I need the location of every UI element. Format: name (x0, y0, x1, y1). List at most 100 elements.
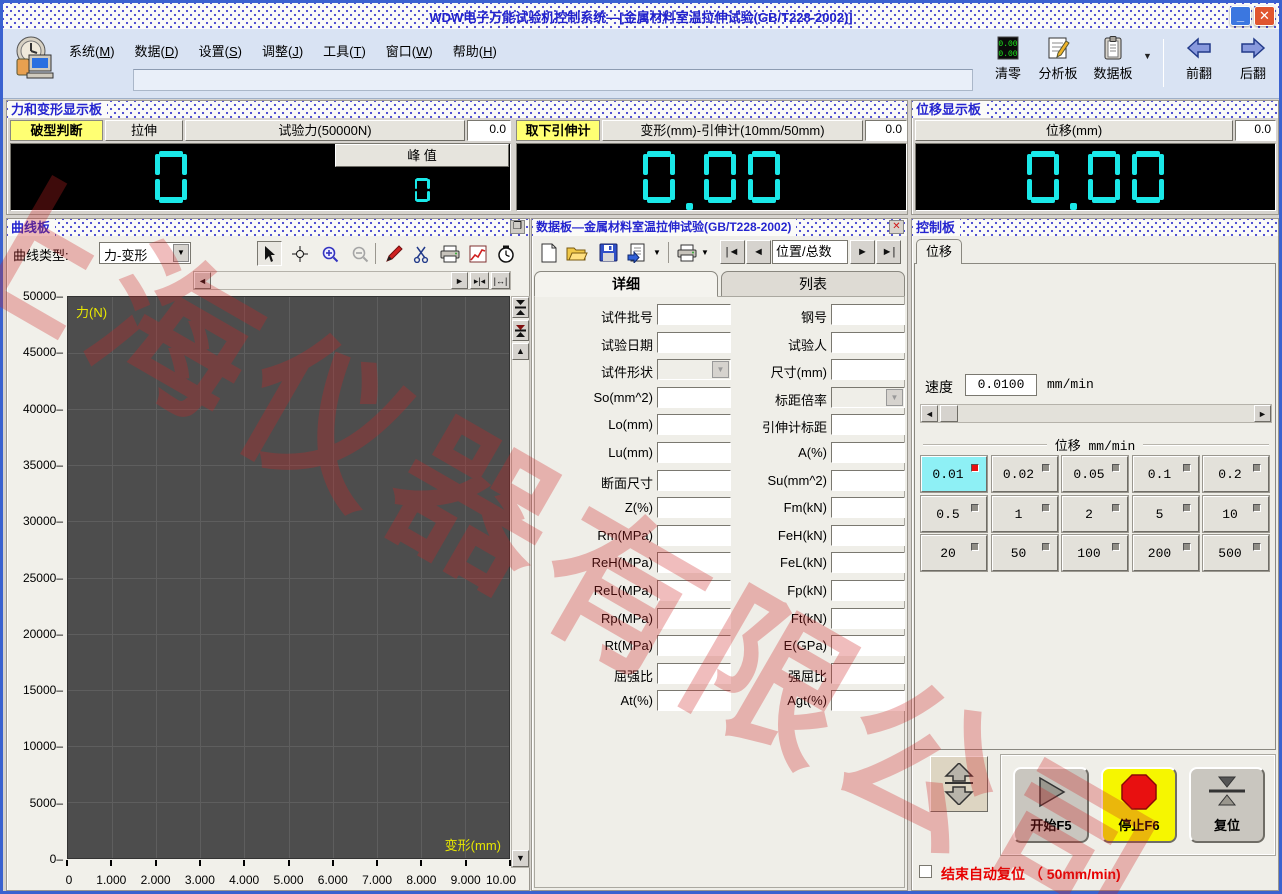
speed-preset-button[interactable]: 0.2 (1202, 455, 1270, 493)
slider-right-icon[interactable]: ► (1254, 405, 1271, 422)
field-input[interactable] (831, 635, 905, 657)
nav-first-button[interactable]: |◄ (720, 240, 745, 264)
menu-item[interactable]: 设置(S) (189, 37, 252, 64)
remove-extensometer-button[interactable]: 取下引伸计 (516, 120, 600, 141)
speed-preset-button[interactable]: 500 (1202, 534, 1270, 572)
speed-preset-button[interactable]: 100 (1061, 534, 1129, 572)
chevron-down-icon[interactable]: ▼ (173, 244, 189, 262)
compress-x-icon[interactable]: ▸|◂ (470, 272, 489, 289)
speed-preset-button[interactable]: 1 (990, 494, 1059, 533)
zoom-in-tool-button[interactable] (317, 241, 342, 266)
new-file-button[interactable] (536, 240, 561, 265)
pointer-tool-button[interactable] (257, 241, 282, 266)
export-report-button[interactable] (624, 240, 649, 265)
cut-tool-button[interactable] (409, 241, 434, 266)
start-button[interactable]: 开始F5 (1013, 767, 1089, 843)
data-board-button[interactable]: 数据板 (1089, 35, 1137, 91)
field-input[interactable] (831, 331, 905, 353)
slider-thumb[interactable] (940, 405, 958, 422)
close-button[interactable]: ✕ (1254, 6, 1275, 26)
expand-y-icon[interactable] (512, 320, 529, 341)
menu-item[interactable]: 帮助(H) (443, 37, 507, 64)
print-dropdown-arrow[interactable]: ▼ (698, 240, 712, 265)
field-input[interactable] (831, 662, 905, 684)
speed-preset-button[interactable]: 200 (1131, 534, 1200, 572)
speed-preset-button[interactable]: 2 (1061, 494, 1129, 533)
speed-input[interactable]: 0.0100 (965, 374, 1037, 396)
analysis-board-button[interactable]: 分析板 (1034, 35, 1082, 91)
speed-preset-button[interactable]: 10 (1202, 494, 1270, 533)
speed-preset-button[interactable]: 0.5 (920, 494, 988, 533)
chart-plot-area[interactable]: 力(N) 变形(mm) (67, 296, 510, 859)
menu-item[interactable]: 系统(M) (59, 37, 125, 64)
jog-button[interactable] (930, 756, 988, 812)
menu-item[interactable]: 工具(T) (313, 37, 376, 64)
save-button[interactable] (596, 240, 621, 265)
open-file-button[interactable] (564, 240, 589, 265)
tab-detail[interactable]: 详细 (534, 271, 718, 297)
pen-tool-button[interactable] (381, 241, 406, 266)
print-report-button[interactable] (674, 240, 699, 265)
peak-button[interactable]: 峰 值 (335, 144, 509, 167)
speed-preset-button[interactable]: 0.01 (920, 455, 988, 493)
speed-preset-button[interactable]: 50 (990, 534, 1059, 572)
speed-preset-button[interactable]: 20 (920, 534, 988, 572)
mode-button[interactable]: 拉伸 (105, 120, 183, 141)
crosshair-tool-button[interactable] (287, 241, 312, 266)
deform-channel-bar[interactable]: 变形(mm)-引伸计(10mm/50mm) (602, 120, 863, 141)
field-input[interactable] (831, 690, 905, 712)
hscroll-right-icon[interactable]: ► (451, 272, 468, 289)
auto-reset-checkbox[interactable] (919, 865, 932, 878)
compress-y-icon[interactable] (512, 297, 529, 318)
speed-preset-button[interactable]: 0.1 (1131, 455, 1200, 493)
field-input[interactable] (831, 442, 905, 463)
curve-chart-button[interactable] (465, 241, 490, 266)
field-input[interactable] (831, 607, 905, 629)
page-prev-button[interactable]: 前翻 (1175, 35, 1223, 91)
expand-x-icon[interactable]: |↔| (491, 272, 510, 289)
restore-window-icon[interactable]: ❐ (510, 220, 525, 234)
reset-button[interactable]: 复位 (1189, 767, 1265, 843)
chart-vscrollbar[interactable]: ▲ ▼ (511, 296, 530, 868)
disp-channel-bar[interactable]: 位移(mm) (915, 120, 1233, 141)
menu-item[interactable]: 窗口(W) (376, 37, 443, 64)
vscroll-down-icon[interactable]: ▼ (512, 850, 529, 867)
save-dropdown-arrow[interactable]: ▼ (650, 240, 664, 265)
field-input[interactable] (831, 304, 905, 325)
data-panel-close-icon[interactable]: ✕ (889, 220, 904, 234)
vscroll-up-icon[interactable]: ▲ (512, 343, 529, 360)
slider-left-icon[interactable]: ◄ (921, 405, 938, 422)
break-judge-button[interactable]: 破型判断 (10, 120, 103, 141)
chevron-down-icon[interactable]: ▼ (886, 388, 903, 406)
zoom-out-tool-button[interactable] (347, 241, 372, 266)
page-next-button[interactable]: 后翻 (1229, 35, 1277, 91)
field-input[interactable] (831, 359, 905, 381)
chart-hscrollbar[interactable]: ◄ ► ▸|◂ |↔| (193, 271, 511, 290)
field-input[interactable] (831, 414, 905, 436)
clear-zero-button[interactable]: 0.00 0.00 清零 (984, 35, 1032, 91)
field-input[interactable] (831, 580, 905, 601)
force-channel-bar[interactable]: 试验力(50000N) (185, 120, 465, 141)
speed-preset-button[interactable]: 0.05 (1061, 455, 1129, 493)
tab-list[interactable]: 列表 (721, 271, 905, 297)
field-input[interactable] (831, 497, 905, 519)
nav-next-button[interactable]: ► (850, 240, 875, 264)
menu-item[interactable]: 数据(D) (125, 37, 189, 64)
field-input[interactable] (831, 524, 905, 546)
minimize-button[interactable]: _ (1230, 6, 1251, 26)
hscroll-left-icon[interactable]: ◄ (194, 272, 211, 289)
nav-last-button[interactable]: ►| (876, 240, 901, 264)
speed-preset-button[interactable]: 0.02 (990, 455, 1059, 493)
nav-prev-button[interactable]: ◄ (746, 240, 771, 264)
field-input[interactable] (831, 552, 905, 574)
print-curve-button[interactable] (437, 241, 462, 266)
speed-preset-button[interactable]: 5 (1131, 494, 1200, 533)
field-input[interactable] (831, 469, 905, 491)
stop-button[interactable]: 停止F6 (1101, 767, 1177, 843)
timer-button[interactable] (493, 241, 518, 266)
speed-slider[interactable]: ◄ ► (920, 404, 1272, 423)
curve-type-select[interactable]: 力-变形 ▼ (99, 242, 191, 264)
field-combobox[interactable]: ▼ (831, 386, 905, 408)
toolbar-dropdown-arrow[interactable]: ▼ (1143, 51, 1152, 61)
menu-item[interactable]: 调整(J) (252, 37, 313, 64)
